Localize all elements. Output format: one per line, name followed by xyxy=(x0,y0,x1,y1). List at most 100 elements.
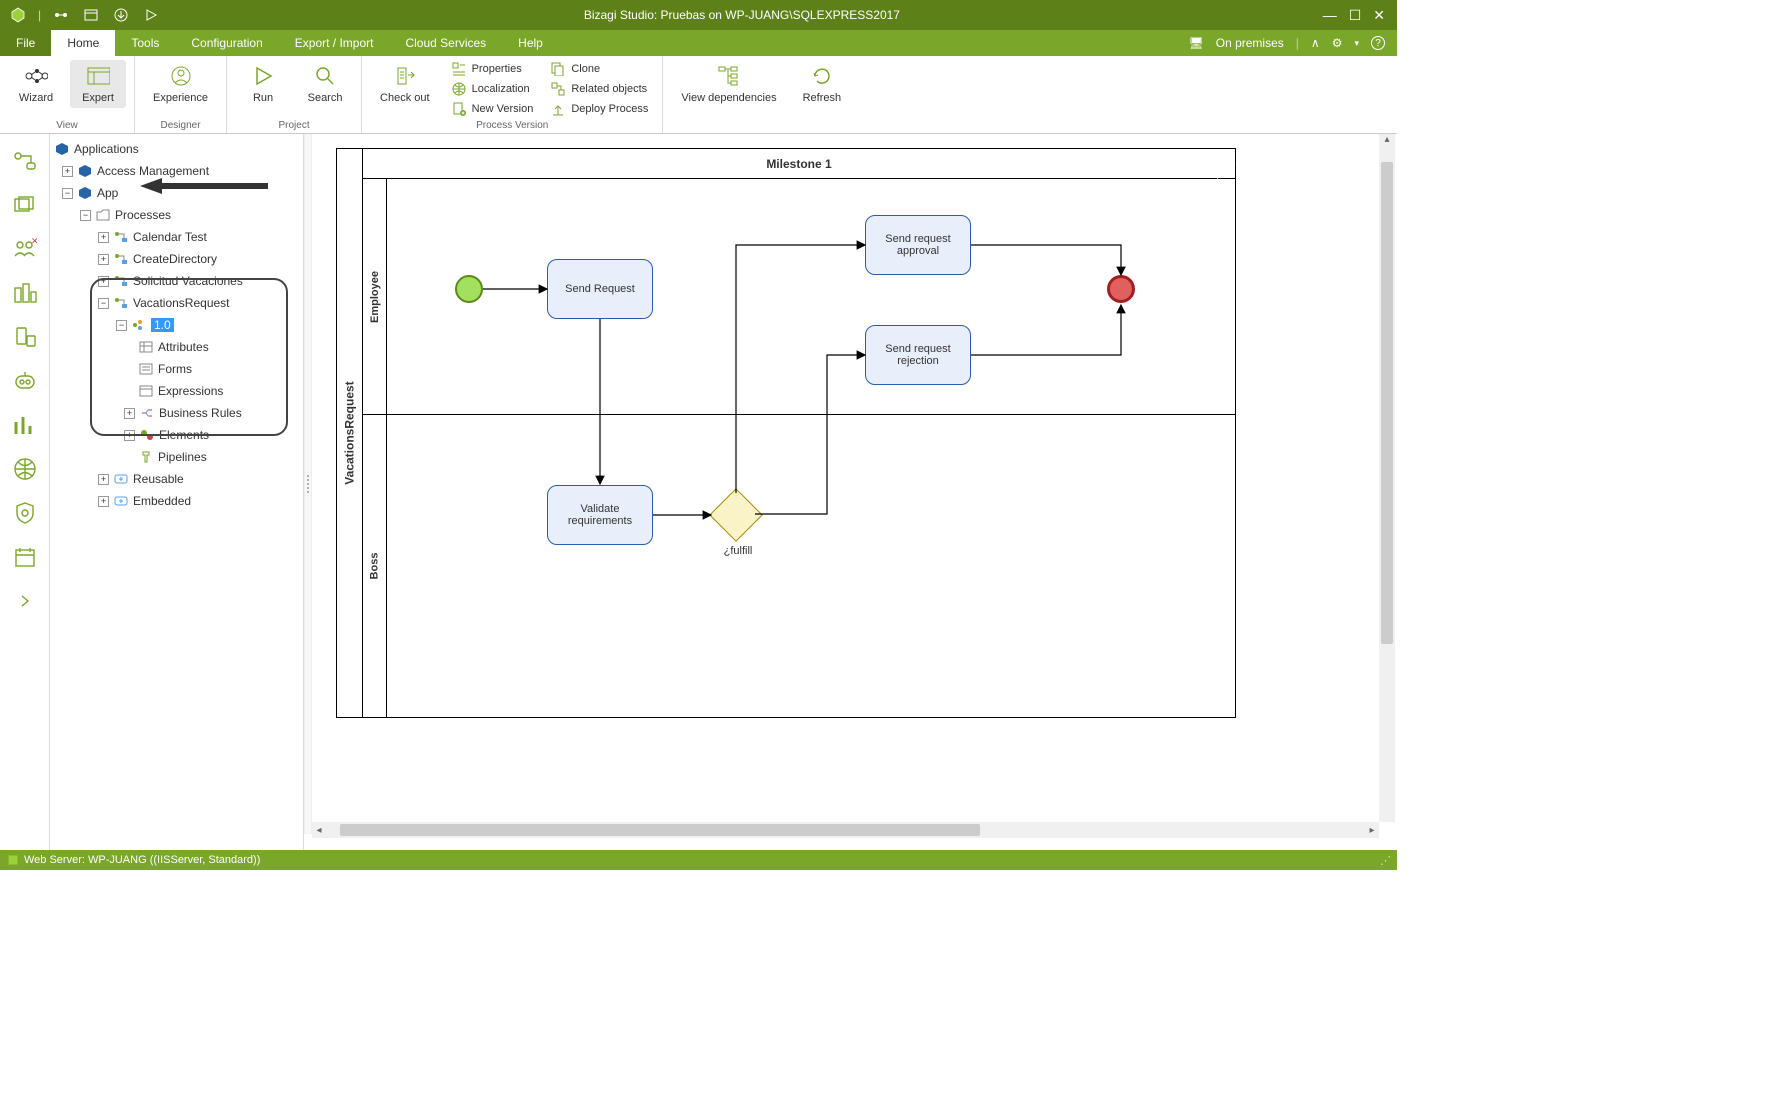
tree-applications[interactable]: Applications xyxy=(50,138,303,160)
checkout-button[interactable]: Check out xyxy=(370,60,440,108)
splitter[interactable] xyxy=(304,134,312,834)
expander-icon[interactable]: + xyxy=(124,430,135,441)
expander-icon[interactable]: + xyxy=(62,166,73,177)
menu-tools[interactable]: Tools xyxy=(115,30,175,56)
ribbon-group-deps: View dependencies Refresh xyxy=(663,56,859,133)
localization-button[interactable]: Localization xyxy=(446,80,540,98)
menu-file[interactable]: File xyxy=(0,30,51,56)
rail-globe-icon[interactable] xyxy=(10,454,40,484)
ribbon-group-process-version: Check out Properties Localization New Ve… xyxy=(362,56,663,133)
rail-mobile-icon[interactable] xyxy=(10,322,40,352)
expander-icon[interactable]: + xyxy=(124,408,135,419)
tree-forms[interactable]: Forms xyxy=(50,358,303,380)
diagram-canvas[interactable]: VacationsRequest Milestone 1 Employee Se… xyxy=(324,148,1379,822)
reusable-icon xyxy=(113,471,129,487)
rail-bot-icon[interactable] xyxy=(10,366,40,396)
rail-org-icon[interactable] xyxy=(10,278,40,308)
expander-icon[interactable]: + xyxy=(98,276,109,287)
dependencies-icon xyxy=(717,64,741,88)
resize-grip[interactable]: ⋰ xyxy=(1380,854,1389,867)
new-version-button[interactable]: New Version xyxy=(446,100,540,118)
tree-vacations-request[interactable]: − VacationsRequest xyxy=(50,292,303,314)
tree-create-directory[interactable]: + CreateDirectory xyxy=(50,248,303,270)
view-dependencies-button[interactable]: View dependencies xyxy=(671,60,786,108)
pool-header[interactable]: VacationsRequest xyxy=(337,149,363,717)
tree-attributes[interactable]: Attributes xyxy=(50,336,303,358)
lane-header-employee[interactable]: Employee xyxy=(363,179,387,414)
expert-button[interactable]: Expert xyxy=(70,60,126,108)
menu-home[interactable]: Home xyxy=(51,30,115,56)
settings-gear-icon[interactable]: ⚙ xyxy=(1332,36,1343,50)
lane-header-boss[interactable]: Boss xyxy=(363,415,387,717)
clone-button[interactable]: Clone xyxy=(545,60,654,78)
tree-expressions[interactable]: Expressions xyxy=(50,380,303,402)
menu-configuration[interactable]: Configuration xyxy=(175,30,278,56)
tree-embedded[interactable]: + Embedded xyxy=(50,490,303,512)
menu-export-import[interactable]: Export / Import xyxy=(279,30,390,56)
tree-elements[interactable]: + Elements xyxy=(50,424,303,446)
search-button[interactable]: Search xyxy=(297,60,353,108)
qat-wizard-icon[interactable] xyxy=(51,5,71,25)
properties-button[interactable]: Properties xyxy=(446,60,540,78)
expander-icon[interactable]: + xyxy=(98,496,109,507)
refresh-button[interactable]: Refresh xyxy=(793,60,852,108)
tree-calendar-test[interactable]: + Calendar Test xyxy=(50,226,303,248)
close-button[interactable]: ✕ xyxy=(1373,7,1385,24)
hex-icon xyxy=(77,163,93,179)
tree-processes[interactable]: − Processes xyxy=(50,204,303,226)
embedded-icon xyxy=(113,493,129,509)
rail-process-icon[interactable] xyxy=(10,146,40,176)
tree-app[interactable]: − App xyxy=(50,182,303,204)
milestone-header[interactable]: Milestone 1 xyxy=(363,149,1235,179)
maximize-button[interactable]: ☐ xyxy=(1349,7,1362,24)
ribbon-project-label: Project xyxy=(235,119,353,131)
tree-solicitud-vacaciones[interactable]: + Solicitud Vacaciones xyxy=(50,270,303,292)
expander-icon[interactable]: − xyxy=(62,188,73,199)
expander-icon[interactable]: + xyxy=(98,474,109,485)
collapse-ribbon-icon[interactable]: ∧ xyxy=(1311,36,1320,50)
forms-icon xyxy=(138,361,154,377)
rail-analytics-icon[interactable] xyxy=(10,410,40,440)
vertical-scrollbar[interactable]: ▴ xyxy=(1379,134,1395,822)
window-title: Bizagi Studio: Pruebas on WP-JUANG\SQLEX… xyxy=(161,8,1323,22)
related-objects-button[interactable]: Related objects xyxy=(545,80,654,98)
tree-pipelines[interactable]: Pipelines xyxy=(50,446,303,468)
tree-reusable[interactable]: + Reusable xyxy=(50,468,303,490)
ribbon-group-project: Run Search Project xyxy=(227,56,362,133)
wizard-button[interactable]: Wizard xyxy=(8,60,64,108)
on-premises-label[interactable]: On premises xyxy=(1216,36,1284,50)
rail-more-icon[interactable] xyxy=(10,586,40,616)
horizontal-scrollbar[interactable]: ◂▸ xyxy=(312,822,1379,838)
help-icon[interactable]: ? xyxy=(1371,36,1385,50)
run-button[interactable]: Run xyxy=(235,60,291,108)
qat-download-icon[interactable] xyxy=(111,5,131,25)
minimize-button[interactable]: — xyxy=(1323,7,1337,24)
tree-panel: Applications + Access Management − App −… xyxy=(50,134,304,850)
expander-icon[interactable]: − xyxy=(98,298,109,309)
tree-business-rules[interactable]: + Business Rules xyxy=(50,402,303,424)
ribbon-designer-label: Designer xyxy=(143,119,218,131)
on-premises-icon[interactable]: 🖥 xyxy=(1189,36,1204,50)
status-text: Web Server: WP-JUANG ((IISServer, Standa… xyxy=(24,854,260,866)
qat-window-icon[interactable] xyxy=(81,5,101,25)
expander-icon[interactable]: + xyxy=(98,232,109,243)
rail-calendar-icon[interactable] xyxy=(10,542,40,572)
expander-icon[interactable]: − xyxy=(116,320,127,331)
expander-icon[interactable]: − xyxy=(80,210,91,221)
rail-users-icon[interactable]: ✕ xyxy=(10,234,40,264)
rail-security-icon[interactable] xyxy=(10,498,40,528)
menu-help[interactable]: Help xyxy=(502,30,559,56)
bpmn-pool[interactable]: VacationsRequest Milestone 1 Employee Se… xyxy=(336,148,1236,718)
tree-version-1-0[interactable]: − 1.0 xyxy=(50,314,303,336)
menu-cloud-services[interactable]: Cloud Services xyxy=(389,30,502,56)
experience-button[interactable]: Experience xyxy=(143,60,218,108)
tree-access-management[interactable]: + Access Management xyxy=(50,160,303,182)
settings-dropdown-icon[interactable]: ▾ xyxy=(1354,38,1359,49)
deploy-process-button[interactable]: Deploy Process xyxy=(545,100,654,118)
hex-icon xyxy=(54,141,70,157)
qat-play-icon[interactable] xyxy=(141,5,161,25)
app-icon[interactable] xyxy=(8,5,28,25)
expander-icon[interactable]: + xyxy=(98,254,109,265)
rail-forms-icon[interactable] xyxy=(10,190,40,220)
experience-icon xyxy=(169,64,193,88)
